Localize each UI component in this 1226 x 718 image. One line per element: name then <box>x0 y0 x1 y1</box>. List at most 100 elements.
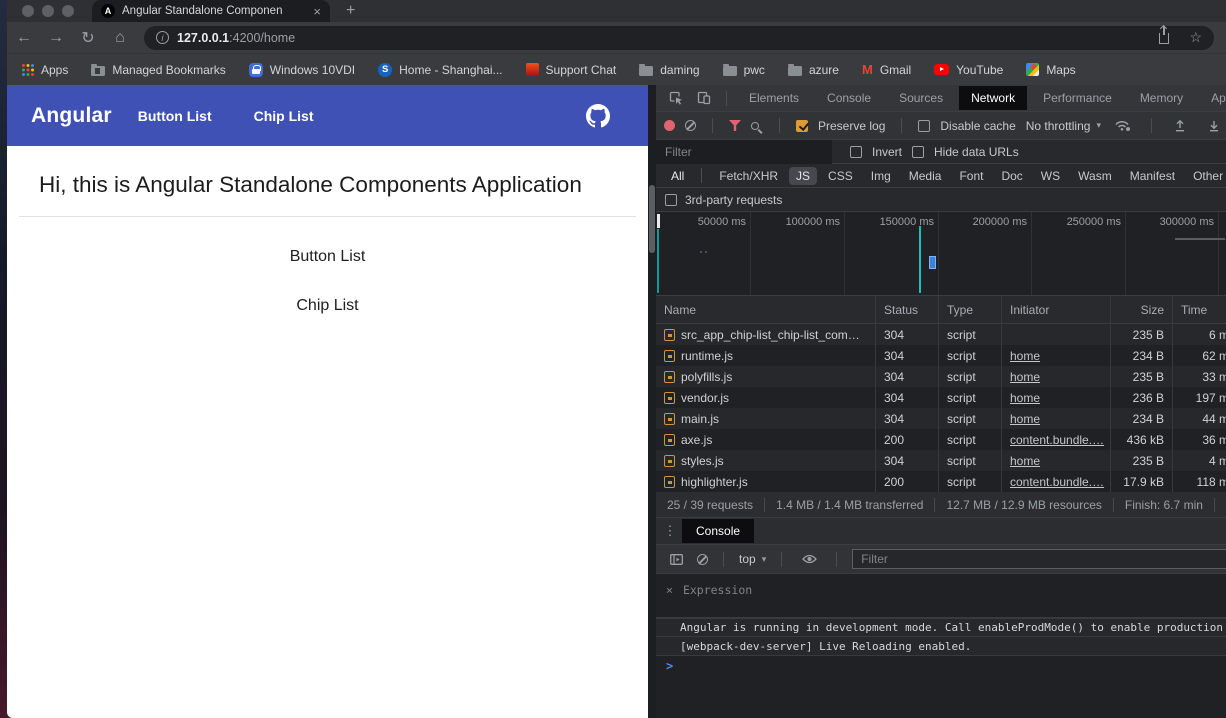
type-filter-manifest[interactable]: Manifest <box>1123 167 1182 185</box>
table-row[interactable]: main.js 304 script home 234 B 44 ms <box>656 408 1226 429</box>
bookmark-windows-10vdi[interactable]: Windows 10VDI <box>243 63 361 77</box>
share-icon[interactable] <box>1159 33 1169 44</box>
url-bar[interactable]: i 127.0.0.1:4200/home ☆ <box>144 26 1214 50</box>
preserve-log-checkbox[interactable] <box>796 120 808 132</box>
tab-memory[interactable]: Memory <box>1128 86 1195 110</box>
network-conditions-icon[interactable] <box>1111 119 1135 132</box>
initiator-link[interactable]: home <box>1010 454 1040 468</box>
github-link[interactable] <box>586 104 610 128</box>
type-filter-wasm[interactable]: Wasm <box>1071 167 1119 185</box>
tab-sources[interactable]: Sources <box>887 86 955 110</box>
table-row[interactable]: src_app_chip-list_chip-list_com… 304 scr… <box>656 324 1226 345</box>
bookmark-gmail[interactable]: MGmail <box>856 62 917 77</box>
type-filter-all[interactable]: All <box>664 167 691 185</box>
javascript-context-select[interactable]: top ▾ <box>739 552 766 566</box>
inspect-element-icon[interactable] <box>664 91 688 105</box>
invert-checkbox[interactable] <box>850 146 862 158</box>
bookmark-youtube[interactable]: YouTube <box>928 63 1009 77</box>
network-overview-timeline[interactable]: 50000 ms 100000 ms 150000 ms 200000 ms 2… <box>656 212 1226 296</box>
table-row[interactable]: styles.js 304 script home 235 B 4 ms <box>656 450 1226 471</box>
initiator-link[interactable]: home <box>1010 349 1040 363</box>
bookmark-star-icon[interactable]: ☆ <box>1189 29 1202 46</box>
throttling-select[interactable]: No throttling ▾ <box>1026 119 1101 133</box>
column-header-name[interactable]: Name <box>656 296 876 323</box>
bookmark-home-shanghai[interactable]: SHome - Shanghai... <box>372 63 508 77</box>
initiator-link[interactable]: home <box>1010 391 1040 405</box>
back-icon[interactable]: ← <box>12 29 36 47</box>
type-filter-js[interactable]: JS <box>789 167 817 185</box>
site-info-icon[interactable]: i <box>156 31 169 44</box>
tab-application[interactable]: Application <box>1199 86 1226 110</box>
more-options-icon[interactable]: ⋮ <box>660 523 680 539</box>
new-tab-button[interactable]: + <box>346 2 355 20</box>
tab-performance[interactable]: Performance <box>1031 86 1124 110</box>
network-filter-input[interactable] <box>656 140 832 164</box>
tab-network[interactable]: Network <box>959 86 1027 110</box>
column-header-initiator[interactable]: Initiator <box>1002 296 1111 323</box>
table-row[interactable]: polyfills.js 304 script home 235 B 33 ms <box>656 366 1226 387</box>
home-icon[interactable]: ⌂ <box>108 29 132 47</box>
minimize-window-button[interactable] <box>42 5 54 17</box>
type-filter-media[interactable]: Media <box>902 167 949 185</box>
import-har-icon[interactable] <box>1168 120 1192 132</box>
initiator-link[interactable]: home <box>1010 412 1040 426</box>
console-filter-input[interactable] <box>852 549 1226 569</box>
disable-cache-label[interactable]: Disable cache <box>940 119 1015 133</box>
tab-console[interactable]: Console <box>815 86 883 110</box>
bookmark-managed-bookmarks[interactable]: Managed Bookmarks <box>85 63 231 77</box>
type-filter-fetch-xhr[interactable]: Fetch/XHR <box>712 167 785 185</box>
scrollbar-thumb[interactable] <box>649 185 655 253</box>
initiator-link[interactable]: content.bundle.… <box>1010 433 1104 447</box>
bookmark-support-chat[interactable]: Support Chat <box>520 63 623 77</box>
column-header-type[interactable]: Type <box>939 296 1002 323</box>
record-network-log-icon[interactable] <box>664 120 675 131</box>
console-drawer-tab[interactable]: Console <box>682 519 754 543</box>
export-har-icon[interactable] <box>1202 120 1226 132</box>
forward-icon[interactable]: → <box>44 29 68 47</box>
initiator-link[interactable]: home <box>1010 370 1040 384</box>
nav-chip-list-link[interactable]: Chip List <box>254 108 314 124</box>
table-row[interactable]: highlighter.js 200 script content.bundle… <box>656 471 1226 492</box>
bookmark-folder-azure[interactable]: azure <box>782 63 845 77</box>
filter-funnel-icon[interactable] <box>729 120 741 131</box>
button-list-link[interactable]: Button List <box>7 248 648 266</box>
type-filter-other[interactable]: Other <box>1186 167 1226 185</box>
column-header-size[interactable]: Size <box>1111 296 1173 323</box>
table-row[interactable]: runtime.js 304 script home 234 B 62 ms <box>656 345 1226 366</box>
close-window-button[interactable] <box>22 5 34 17</box>
clear-network-log-icon[interactable] <box>685 120 696 131</box>
console-prompt-row[interactable]: > <box>656 656 1226 676</box>
console-sidebar-toggle-icon[interactable] <box>664 554 688 565</box>
third-party-checkbox[interactable] <box>665 194 677 206</box>
nav-button-list-link[interactable]: Button List <box>138 108 212 124</box>
search-icon[interactable] <box>751 122 759 130</box>
bookmark-folder-pwc[interactable]: pwc <box>717 63 771 77</box>
type-filter-doc[interactable]: Doc <box>994 167 1029 185</box>
table-row[interactable]: axe.js 200 script content.bundle.… 436 k… <box>656 429 1226 450</box>
bookmark-maps[interactable]: Maps <box>1020 63 1081 77</box>
zoom-window-button[interactable] <box>62 5 74 17</box>
third-party-label[interactable]: 3rd-party requests <box>685 193 782 207</box>
hide-data-urls-checkbox[interactable] <box>912 146 924 158</box>
live-expression-eye-icon[interactable] <box>797 554 821 564</box>
type-filter-ws[interactable]: WS <box>1034 167 1067 185</box>
tab-elements[interactable]: Elements <box>737 86 811 110</box>
invert-label[interactable]: Invert <box>872 145 902 159</box>
initiator-link[interactable]: content.bundle.… <box>1010 475 1104 489</box>
browser-tab[interactable]: A Angular Standalone Componen × <box>92 0 330 22</box>
preserve-log-label[interactable]: Preserve log <box>818 119 885 133</box>
remove-expression-icon[interactable]: × <box>666 583 673 597</box>
chip-list-link[interactable]: Chip List <box>7 297 648 315</box>
type-filter-font[interactable]: Font <box>952 167 990 185</box>
live-expression-row[interactable]: × Expression <box>656 574 1226 618</box>
reload-icon[interactable]: ↻ <box>76 28 100 48</box>
expression-placeholder[interactable]: Expression <box>683 583 752 597</box>
disable-cache-checkbox[interactable] <box>918 120 930 132</box>
bookmark-folder-daming[interactable]: daming <box>633 63 705 77</box>
column-header-status[interactable]: Status <box>876 296 939 323</box>
type-filter-img[interactable]: Img <box>864 167 898 185</box>
page-scrollbar[interactable] <box>648 85 656 718</box>
table-row[interactable]: vendor.js 304 script home 236 B 197 ms <box>656 387 1226 408</box>
device-toolbar-icon[interactable] <box>692 91 716 105</box>
clear-console-icon[interactable] <box>697 554 708 565</box>
